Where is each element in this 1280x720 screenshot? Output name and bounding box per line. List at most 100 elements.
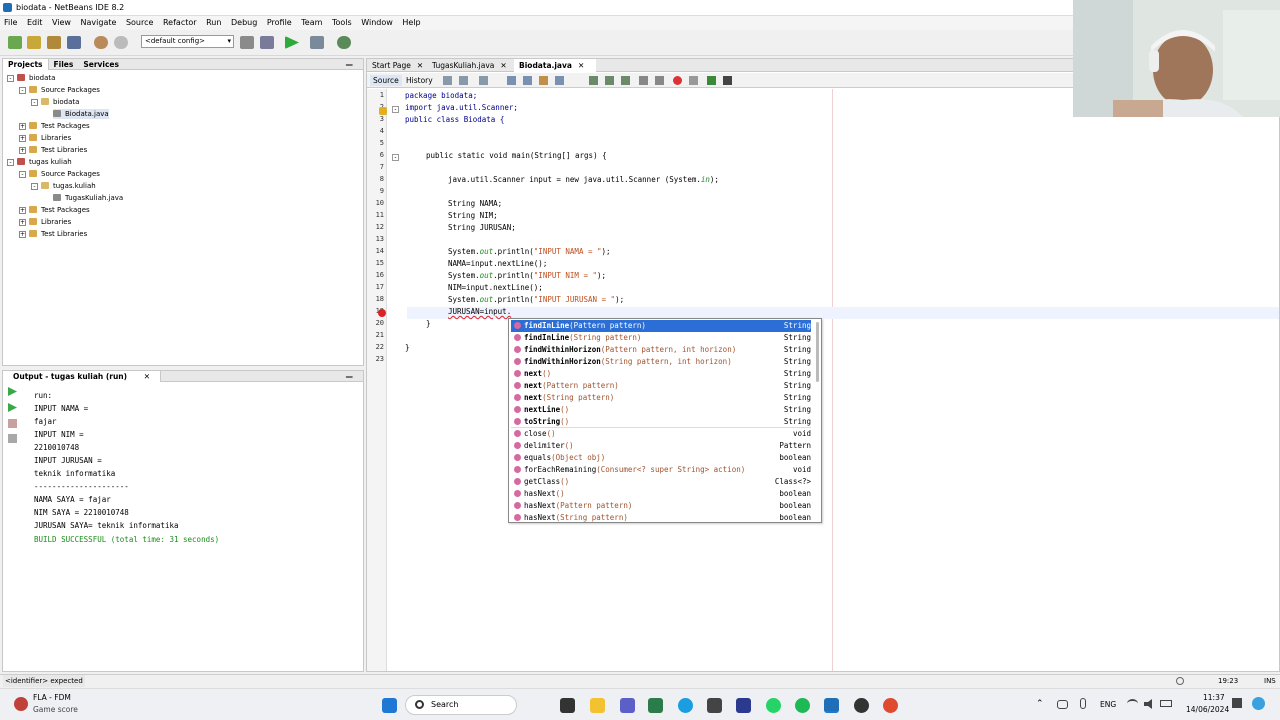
widget-title[interactable]: FLA - FDM xyxy=(33,693,71,702)
tree-item[interactable]: + Test Libraries xyxy=(19,145,87,155)
next-bookmark-icon[interactable] xyxy=(605,76,614,85)
redo-icon[interactable] xyxy=(114,36,128,49)
rerun-icon[interactable] xyxy=(8,387,17,396)
menu-help[interactable]: Help xyxy=(402,16,420,30)
shift-left-icon[interactable] xyxy=(639,76,648,85)
open-project-icon[interactable] xyxy=(47,36,61,49)
stop-macro-icon[interactable] xyxy=(689,76,698,85)
taskbar-search[interactable]: Search xyxy=(405,695,517,715)
copilot-icon[interactable] xyxy=(1252,697,1265,710)
task-view-icon[interactable] xyxy=(560,698,575,713)
menu-run[interactable]: Run xyxy=(206,16,221,30)
close-icon[interactable]: ✕ xyxy=(417,61,423,70)
completion-item[interactable]: delimiter() Pattern xyxy=(511,440,811,452)
completion-item[interactable]: findInLine(Pattern pattern) String xyxy=(511,320,811,332)
microphone-icon[interactable] xyxy=(1080,698,1086,709)
find-prev-icon[interactable] xyxy=(523,76,532,85)
clean-build-icon[interactable] xyxy=(260,36,274,49)
close-icon[interactable]: ✕ xyxy=(578,61,584,70)
completion-item[interactable]: getClass() Class<?> xyxy=(511,476,811,488)
completion-item[interactable]: next() String xyxy=(511,368,811,380)
tree-item[interactable]: + Test Libraries xyxy=(19,229,87,239)
highlight-icon[interactable] xyxy=(555,76,564,85)
find-icon[interactable] xyxy=(507,76,516,85)
prev-bookmark-icon[interactable] xyxy=(589,76,598,85)
tree-item[interactable]: - Source Packages xyxy=(19,85,100,95)
completion-item[interactable]: equals(Object obj) boolean xyxy=(511,452,811,464)
completion-item[interactable]: hasNext(Pattern pattern) boolean xyxy=(511,500,811,512)
edge-icon[interactable] xyxy=(678,698,693,713)
tree-item[interactable]: - tugas.kuliah xyxy=(31,181,96,191)
menu-debug[interactable]: Debug xyxy=(231,16,257,30)
find-next-icon[interactable] xyxy=(539,76,548,85)
completion-item[interactable]: next(Pattern pattern) String xyxy=(511,380,811,392)
back-icon[interactable] xyxy=(459,76,468,85)
tab-output[interactable]: Output - tugas kuliah (run) ✕ xyxy=(3,371,161,382)
language-indicator[interactable]: ENG xyxy=(1100,700,1116,709)
clock-time[interactable]: 11:37 xyxy=(1203,693,1225,702)
tree-item[interactable]: + Test Packages xyxy=(19,121,90,131)
battery-icon[interactable] xyxy=(1160,700,1172,707)
tree-item[interactable]: + Libraries xyxy=(19,217,71,227)
menu-window[interactable]: Window xyxy=(361,16,393,30)
tree-item[interactable]: TugasKuliah.java xyxy=(53,193,123,203)
source-view-button[interactable]: Source xyxy=(370,75,402,86)
tree-item[interactable]: - biodata xyxy=(31,97,79,107)
record-macro-icon[interactable] xyxy=(673,76,682,85)
clock-date[interactable]: 14/06/2024 xyxy=(1186,705,1229,714)
completion-item[interactable]: next(String pattern) String xyxy=(511,392,811,404)
menu-tools[interactable]: Tools xyxy=(332,16,352,30)
tree-item[interactable]: + Test Packages xyxy=(19,205,90,215)
completion-item[interactable]: toString() String xyxy=(511,416,811,428)
tab-files[interactable]: Files xyxy=(49,59,79,70)
run-icon[interactable] xyxy=(285,36,299,49)
completion-item[interactable]: hasNext() boolean xyxy=(511,488,811,500)
app-icon[interactable] xyxy=(736,698,751,713)
config-dropdown[interactable]: <default config> ▾ xyxy=(141,35,234,48)
menu-edit[interactable]: Edit xyxy=(27,16,43,30)
menu-view[interactable]: View xyxy=(52,16,71,30)
start-icon[interactable] xyxy=(382,698,397,713)
tree-item[interactable]: + Libraries xyxy=(19,133,71,143)
toggle-bookmark-icon[interactable] xyxy=(621,76,630,85)
tab-biodata-java[interactable]: Biodata.java ✕ xyxy=(514,59,596,72)
tree-item[interactable]: Biodata.java xyxy=(53,109,109,119)
hint-bulb-icon[interactable] xyxy=(379,107,387,115)
error-icon[interactable] xyxy=(378,309,386,317)
sports-widget-icon[interactable] xyxy=(14,697,28,711)
notification-center-icon[interactable] xyxy=(1232,698,1242,708)
whatsapp-icon[interactable] xyxy=(766,698,781,713)
undo-icon[interactable] xyxy=(94,36,108,49)
shift-right-icon[interactable] xyxy=(655,76,664,85)
completion-item[interactable]: findWithinHorizon(Pattern pattern, int h… xyxy=(511,344,811,356)
tree-item[interactable]: - tugas kuliah xyxy=(7,157,72,167)
fold-icon[interactable]: - xyxy=(392,106,399,113)
uncomment-icon[interactable] xyxy=(723,76,732,85)
debug-icon[interactable] xyxy=(310,36,324,49)
app-icon[interactable] xyxy=(707,698,722,713)
save-all-icon[interactable] xyxy=(67,36,81,49)
chrome-icon[interactable] xyxy=(883,698,898,713)
minimize-button[interactable]: — xyxy=(341,59,359,70)
notifications-icon[interactable] xyxy=(1176,677,1184,685)
teams-icon[interactable] xyxy=(620,698,635,713)
popup-scrollbar[interactable] xyxy=(816,322,819,382)
tree-item[interactable]: - biodata xyxy=(7,73,55,83)
onedrive-icon[interactable] xyxy=(1057,700,1068,709)
tab-services[interactable]: Services xyxy=(78,59,124,70)
new-file-icon[interactable] xyxy=(27,36,41,49)
completion-item[interactable]: forEachRemaining(Consumer<? super String… xyxy=(511,464,811,476)
menu-team[interactable]: Team xyxy=(301,16,322,30)
volume-icon[interactable] xyxy=(1144,699,1152,709)
netbeans-taskbar-icon[interactable] xyxy=(824,698,839,713)
tab-start-page[interactable]: Start Page ✕ xyxy=(367,59,426,72)
chevron-up-icon[interactable]: ⌃ xyxy=(1036,699,1044,709)
file-explorer-icon[interactable] xyxy=(590,698,605,713)
close-icon[interactable]: ✕ xyxy=(500,61,506,70)
completion-item[interactable]: findWithinHorizon(String pattern, int ho… xyxy=(511,356,811,368)
menu-navigate[interactable]: Navigate xyxy=(81,16,117,30)
rerun-with-args-icon[interactable] xyxy=(8,403,17,412)
fold-icon[interactable]: - xyxy=(392,154,399,161)
completion-item[interactable]: findInLine(String pattern) String xyxy=(511,332,811,344)
tab-tugaskuliah-java[interactable]: TugasKuliah.java ✕ xyxy=(427,59,513,72)
